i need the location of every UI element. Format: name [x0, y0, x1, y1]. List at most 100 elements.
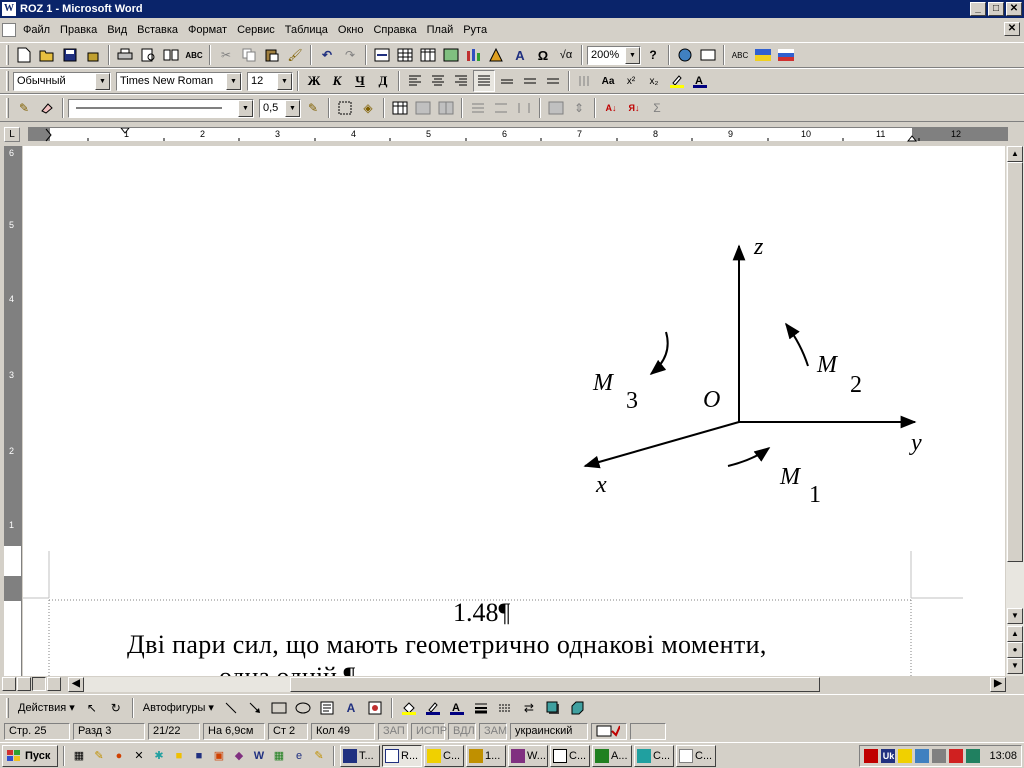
task-button-9[interactable]: C... [676, 744, 716, 767]
subscript-icon[interactable]: x₂ [643, 70, 665, 92]
scroll-right-button[interactable]: ▶ [990, 677, 1006, 692]
document-page[interactable]: z y x O M 3 M 2 M 1 1.48¶ Дві пари сил, … [23, 146, 1005, 676]
menu-format[interactable]: Формат [183, 24, 232, 36]
menu-window[interactable]: Окно [333, 24, 369, 36]
web-icon[interactable] [674, 44, 696, 66]
text-direction-icon[interactable]: ⇕ [568, 97, 590, 119]
textbox-icon[interactable] [316, 697, 338, 719]
tray-messenger-icon[interactable] [898, 749, 913, 763]
status-trk[interactable]: ИСПР [411, 722, 447, 740]
sort-ascending-icon[interactable]: A↓ [600, 97, 622, 119]
distribute-rows-icon[interactable] [490, 97, 512, 119]
shading-icon[interactable]: ◈ [357, 97, 379, 119]
task-button-2[interactable]: R... [382, 744, 422, 767]
justify-icon[interactable] [473, 70, 495, 92]
next-page-button[interactable]: ▼ [1007, 658, 1023, 674]
line-color-icon[interactable] [422, 697, 444, 719]
clipart-icon[interactable] [364, 697, 386, 719]
task-button-3[interactable]: C... [424, 744, 464, 767]
status-rec[interactable]: ЗАП [378, 722, 408, 740]
menu-ruta[interactable]: Рута [458, 24, 492, 36]
insert-table-icon[interactable] [417, 44, 439, 66]
status-ovr[interactable]: ЗАМ [479, 722, 507, 740]
scroll-up-button[interactable]: ▲ [1007, 146, 1023, 162]
tables-borders-icon[interactable] [394, 44, 416, 66]
quicklaunch-access-icon[interactable]: ◆ [230, 747, 248, 765]
wordart-draw-icon[interactable]: A [340, 697, 362, 719]
task-button-6[interactable]: C... [550, 744, 590, 767]
flag-russia-icon[interactable] [775, 44, 797, 66]
rectangle-icon[interactable] [268, 697, 290, 719]
document-close-button[interactable]: ✕ [1004, 22, 1020, 36]
eraser-icon[interactable] [36, 97, 58, 119]
underline-button[interactable]: Ч [349, 70, 371, 92]
task-button-4[interactable]: 1... [466, 744, 506, 767]
print-icon[interactable] [114, 44, 136, 66]
insert-excel-icon[interactable] [440, 44, 462, 66]
tab-selector[interactable]: L [4, 127, 20, 142]
paste-icon[interactable] [261, 44, 283, 66]
line-spacing-icon[interactable] [542, 70, 564, 92]
horizontal-scroll-thumb[interactable] [290, 677, 820, 692]
minimize-button[interactable]: _ [970, 2, 986, 16]
outline-view-button[interactable] [47, 677, 61, 691]
bold-button[interactable]: Ж [303, 70, 325, 92]
quicklaunch-paint-icon[interactable]: ● [110, 747, 128, 765]
select-browse-object-button[interactable]: ● [1007, 642, 1023, 658]
style-select[interactable]: Обычный ▼ [13, 71, 111, 91]
zoom-select[interactable]: 200% ▼ [587, 45, 641, 65]
quicklaunch-powerpoint-icon[interactable]: ▣ [210, 747, 228, 765]
print-preview-icon[interactable] [137, 44, 159, 66]
quicklaunch-tools-icon[interactable]: ✕ [130, 747, 148, 765]
maximize-button[interactable]: □ [988, 2, 1004, 16]
autoformat-icon[interactable] [545, 97, 567, 119]
menu-plai[interactable]: Плай [422, 24, 459, 36]
spelling-status-icon[interactable] [591, 722, 627, 740]
open-icon[interactable] [36, 44, 58, 66]
fill-color-icon[interactable] [398, 697, 420, 719]
select-objects-icon[interactable]: ↖ [81, 697, 103, 719]
symbol-icon[interactable]: Ω [532, 44, 554, 66]
undo-icon[interactable]: ↶ [316, 44, 338, 66]
normal-view-button[interactable] [2, 677, 16, 691]
arrow-icon[interactable] [244, 697, 266, 719]
status-ext[interactable]: ВДЛ [448, 722, 476, 740]
grow-font-icon[interactable]: Aa [597, 70, 619, 92]
previous-page-button[interactable]: ▲ [1007, 626, 1023, 642]
task-button-7[interactable]: A... [592, 744, 632, 767]
align-center-icon[interactable] [427, 70, 449, 92]
columns-icon[interactable] [463, 44, 485, 66]
quicklaunch-calculator-icon[interactable]: ▦ [70, 747, 88, 765]
menu-tools[interactable]: Сервис [232, 24, 280, 36]
vertical-ruler[interactable]: 6 5 4 3 2 1 [4, 146, 22, 676]
tray-volume-icon[interactable] [932, 749, 947, 763]
quicklaunch-star-icon[interactable]: ✱ [150, 747, 168, 765]
menu-view[interactable]: Вид [102, 24, 132, 36]
research-icon[interactable] [160, 44, 182, 66]
tray-language-indicator[interactable]: Uk [881, 749, 896, 763]
spelling-icon[interactable]: ABC [183, 44, 205, 66]
font-select[interactable]: Times New Roman ▼ [116, 71, 242, 91]
redo-icon[interactable]: ↷ [339, 44, 361, 66]
spellcheck-ua-icon[interactable]: ABC [729, 44, 751, 66]
font-color-icon[interactable]: A [689, 70, 711, 92]
oval-icon[interactable] [292, 697, 314, 719]
italic-button[interactable]: К [326, 70, 348, 92]
menu-help[interactable]: Справка [368, 24, 421, 36]
line-icon[interactable] [220, 697, 242, 719]
tray-antivirus-icon[interactable] [864, 749, 879, 763]
title-bar[interactable]: W ROZ 1 - Microsoft Word _ □ ✕ [0, 0, 1024, 18]
scroll-down-button[interactable]: ▼ [1007, 608, 1023, 624]
draw-table-icon[interactable]: ✎ [13, 97, 35, 119]
character-scale-icon[interactable] [574, 70, 596, 92]
align-cell-icon[interactable] [467, 97, 489, 119]
quicklaunch-pencil-icon[interactable]: ✎ [90, 747, 108, 765]
task-button-1[interactable]: T... [340, 744, 380, 767]
quicklaunch-explorer-icon[interactable]: e [290, 747, 308, 765]
dash-style-icon[interactable] [494, 697, 516, 719]
menu-file[interactable]: Файл [18, 24, 55, 36]
autosum-icon[interactable]: Σ [646, 97, 668, 119]
new-icon[interactable] [13, 44, 35, 66]
superscript-icon[interactable]: x² [620, 70, 642, 92]
drawing-icon[interactable] [486, 44, 508, 66]
